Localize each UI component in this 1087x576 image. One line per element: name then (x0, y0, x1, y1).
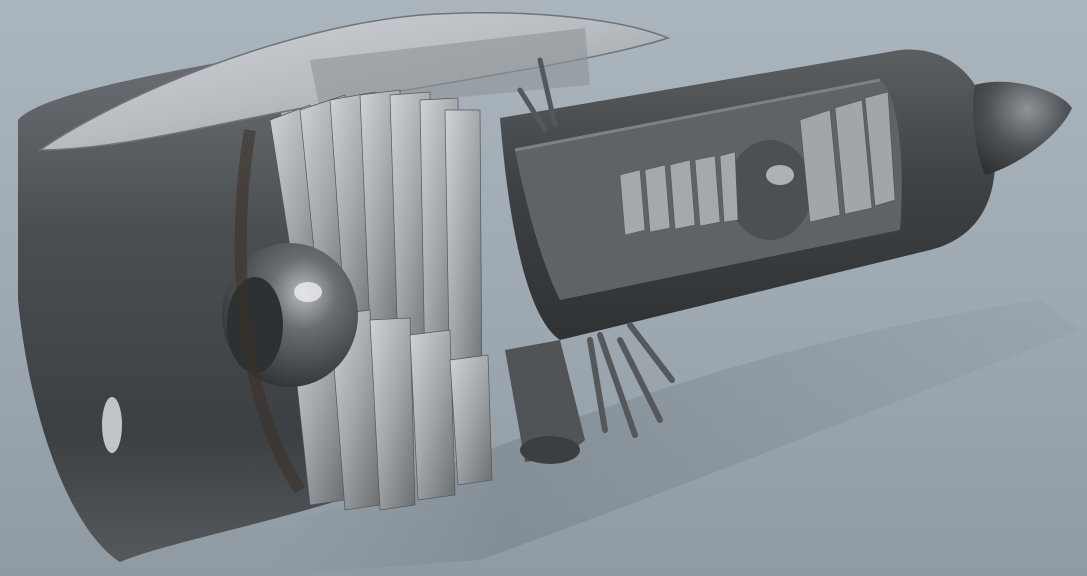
engine-render (18, 12, 1080, 576)
core-casing (500, 49, 996, 340)
exhaust-cone (973, 81, 1072, 175)
render-viewport (0, 0, 1087, 576)
